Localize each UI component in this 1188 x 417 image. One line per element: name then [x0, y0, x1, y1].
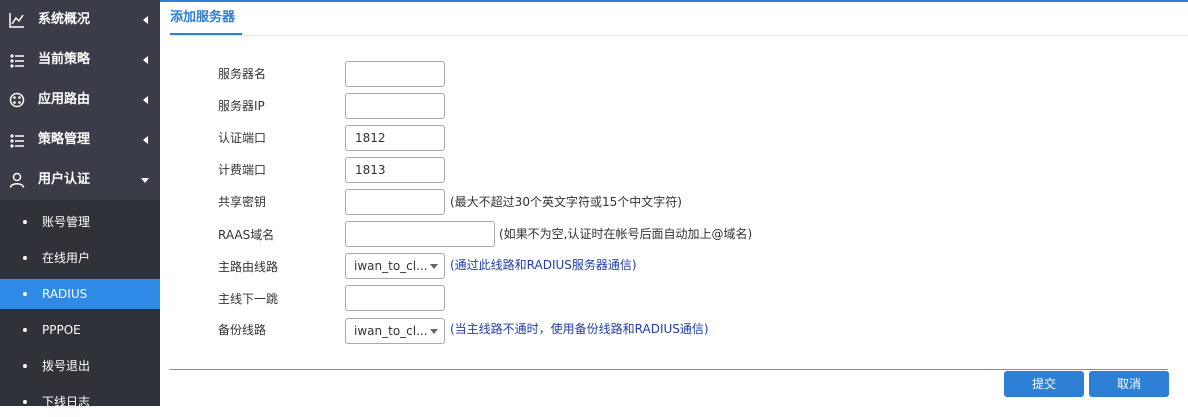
nav-item-system-overview[interactable]: 系统概况	[0, 0, 160, 40]
nav-item-label: 当前策略	[38, 52, 91, 67]
bullet-icon	[23, 292, 27, 296]
bullet-icon	[23, 364, 27, 368]
auth-port-label: 认证端口	[218, 131, 267, 145]
chevron-down-icon	[141, 178, 149, 183]
next-hop-input[interactable]	[345, 285, 445, 311]
nav-item-current-policy[interactable]: 当前策略	[0, 40, 160, 80]
sidebar-item-account-management[interactable]: 账号管理	[0, 207, 160, 237]
auth-port-input[interactable]	[345, 125, 445, 151]
sidebar-item-radius[interactable]: RADIUS	[0, 279, 160, 309]
backup-route-value: iwan_to_cl...	[354, 324, 428, 338]
sidebar-item-label: 下线日志	[42, 395, 91, 409]
main-route-select[interactable]: iwan_to_cl...	[345, 253, 445, 279]
sliders-icon	[10, 54, 24, 68]
acct-port-label: 计费端口	[218, 163, 267, 177]
nav-item-label: 用户认证	[38, 172, 91, 187]
chevron-down-icon	[430, 329, 438, 334]
user-icon	[9, 172, 25, 188]
server-name-label: 服务器名	[218, 67, 267, 81]
form-divider	[170, 369, 1168, 370]
shared-key-label: 共享密钥	[218, 195, 267, 209]
sidebar-item-pppoe[interactable]: PPPOE	[0, 315, 160, 345]
raas-domain-hint: (如果不为空,认证时在帐号后面自动加上@域名)	[499, 227, 753, 241]
chevron-left-icon	[143, 136, 148, 144]
raas-domain-label: RAAS域名	[218, 228, 275, 242]
server-ip-label: 服务器IP	[218, 99, 265, 113]
nav-item-user-auth[interactable]: 用户认证	[0, 160, 160, 200]
chevron-left-icon	[143, 96, 148, 104]
sidebar-item-label: 拨号退出	[42, 359, 91, 373]
sidebar-item-dialup-exit[interactable]: 拨号退出	[0, 351, 160, 381]
sidebar-item-label: 在线用户	[42, 251, 91, 265]
nav-item-policy-management[interactable]: 策略管理	[0, 120, 160, 160]
bullet-icon	[23, 256, 27, 260]
shared-key-hint: (最大不超过30个英文字符或15个中文字符)	[450, 195, 682, 209]
nav-item-app-route[interactable]: 应用路由	[0, 80, 160, 120]
tab-add-server[interactable]: 添加服务器	[170, 9, 235, 27]
shared-key-input[interactable]	[345, 189, 445, 215]
chevron-down-icon	[430, 264, 438, 269]
chart-line-icon	[9, 13, 24, 28]
submit-button[interactable]: 提交	[1004, 371, 1084, 397]
sliders-icon	[10, 134, 24, 148]
nav-item-label: 策略管理	[38, 132, 91, 147]
bullet-icon	[23, 400, 27, 404]
sidebar-item-offline-log[interactable]: 下线日志	[0, 387, 160, 417]
server-name-input[interactable]	[345, 61, 445, 87]
backup-route-label: 备份线路	[218, 323, 267, 337]
sidebar-item-label: 账号管理	[42, 215, 91, 229]
nav-item-label: 应用路由	[38, 92, 91, 107]
main-route-hint: (通过此线路和RADIUS服务器通信)	[450, 258, 637, 272]
sidebar-item-label: PPPOE	[42, 323, 81, 337]
backup-route-hint: (当主线路不通时，使用备份线路和RADIUS通信)	[450, 322, 709, 336]
nav-item-label: 系统概况	[38, 12, 91, 27]
sidebar-item-online-users[interactable]: 在线用户	[0, 243, 160, 273]
chevron-left-icon	[143, 56, 148, 64]
top-border	[160, 0, 1188, 2]
cancel-button[interactable]: 取消	[1089, 371, 1169, 397]
bullet-icon	[23, 328, 27, 332]
tab-divider	[170, 35, 1188, 36]
sidebar: 系统概况 当前策略 应用路由 策略管理 用户认证 账号管理 在线用户 RADIU…	[0, 0, 160, 409]
main-route-label: 主路由线路	[218, 260, 279, 274]
backup-route-select[interactable]: iwan_to_cl...	[345, 318, 445, 344]
raas-domain-input[interactable]	[345, 221, 495, 247]
sidebar-item-label: RADIUS	[42, 287, 88, 301]
main-route-value: iwan_to_cl...	[354, 259, 428, 273]
acct-port-input[interactable]	[345, 157, 445, 183]
route-icon	[9, 92, 25, 108]
chevron-left-icon	[143, 16, 148, 24]
bullet-icon	[23, 220, 27, 224]
main-panel: 添加服务器 服务器名 服务器IP 认证端口 计费端口 共享密钥 (最大不超过30…	[160, 0, 1188, 406]
next-hop-label: 主线下一跳	[218, 292, 279, 306]
server-ip-input[interactable]	[345, 93, 445, 119]
